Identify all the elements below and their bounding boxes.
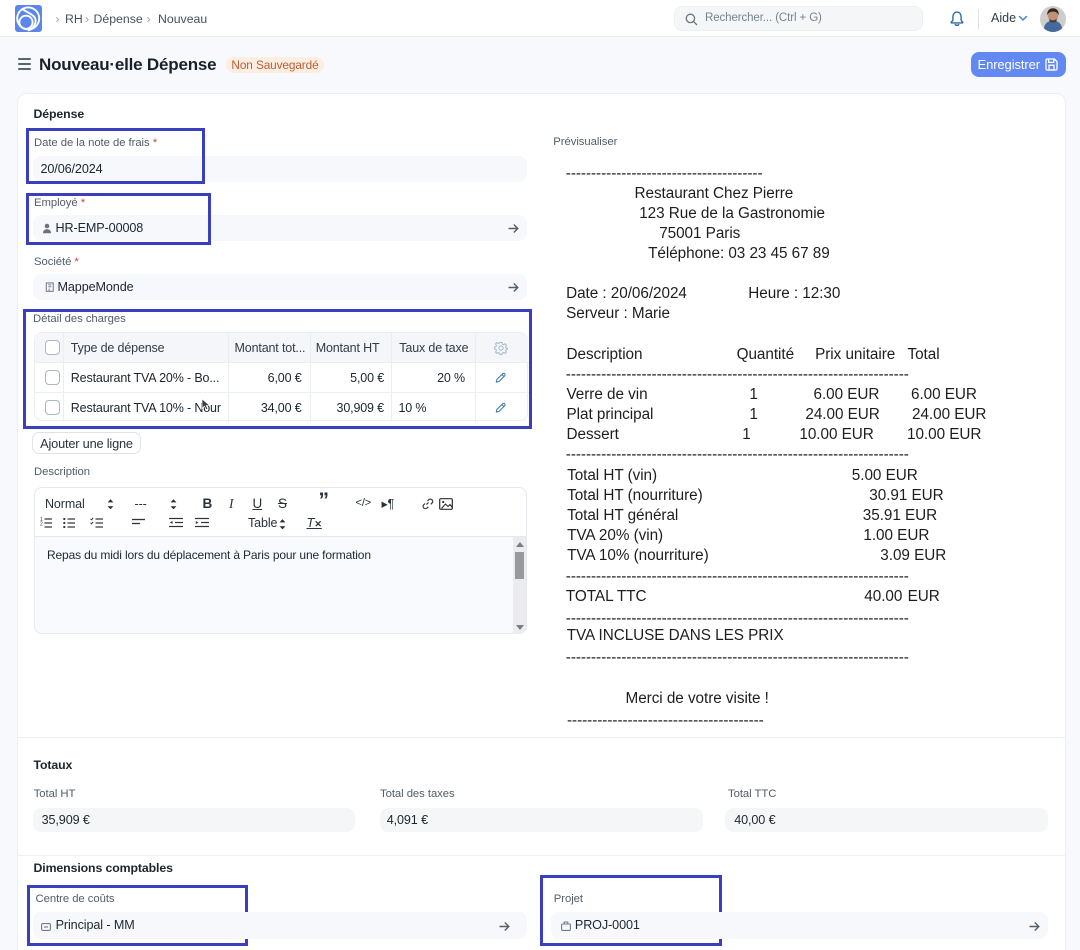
svg-text:2: 2 xyxy=(40,522,43,528)
